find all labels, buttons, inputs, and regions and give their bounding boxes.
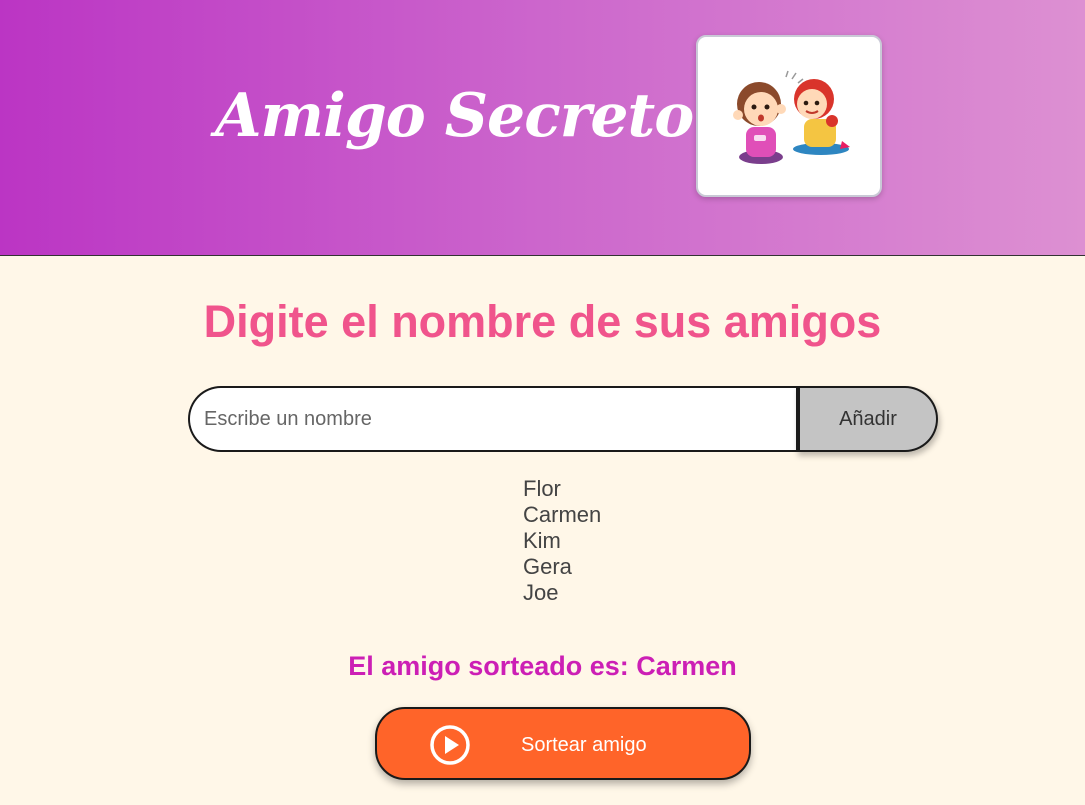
draw-result: El amigo sorteado es: Carmen — [348, 651, 737, 681]
draw-button-label: Sortear amigo — [521, 734, 647, 756]
list-item: Carmen — [523, 502, 602, 527]
whispering-kids-illustration — [733, 70, 850, 164]
list-item: Joe — [523, 580, 559, 605]
list-item: Kim — [523, 528, 561, 553]
list-item: Flor — [523, 476, 561, 501]
app-title: Amigo Secreto!! — [215, 81, 745, 151]
draw-friend-button[interactable]: Sortear amigo — [375, 707, 751, 780]
section-heading: Digite el nombre de sus amigos — [203, 296, 882, 347]
add-button[interactable]: Añadir — [796, 386, 938, 452]
play-circle-icon — [430, 725, 470, 765]
illustration-card — [696, 35, 882, 197]
add-friend-form: Añadir — [188, 386, 938, 452]
name-input[interactable] — [188, 386, 800, 452]
list-item: Gera — [523, 554, 572, 579]
page-header: Amigo Secreto!! — [0, 0, 1085, 256]
friends-list: Flor Carmen Kim Gera Joe — [523, 476, 601, 606]
